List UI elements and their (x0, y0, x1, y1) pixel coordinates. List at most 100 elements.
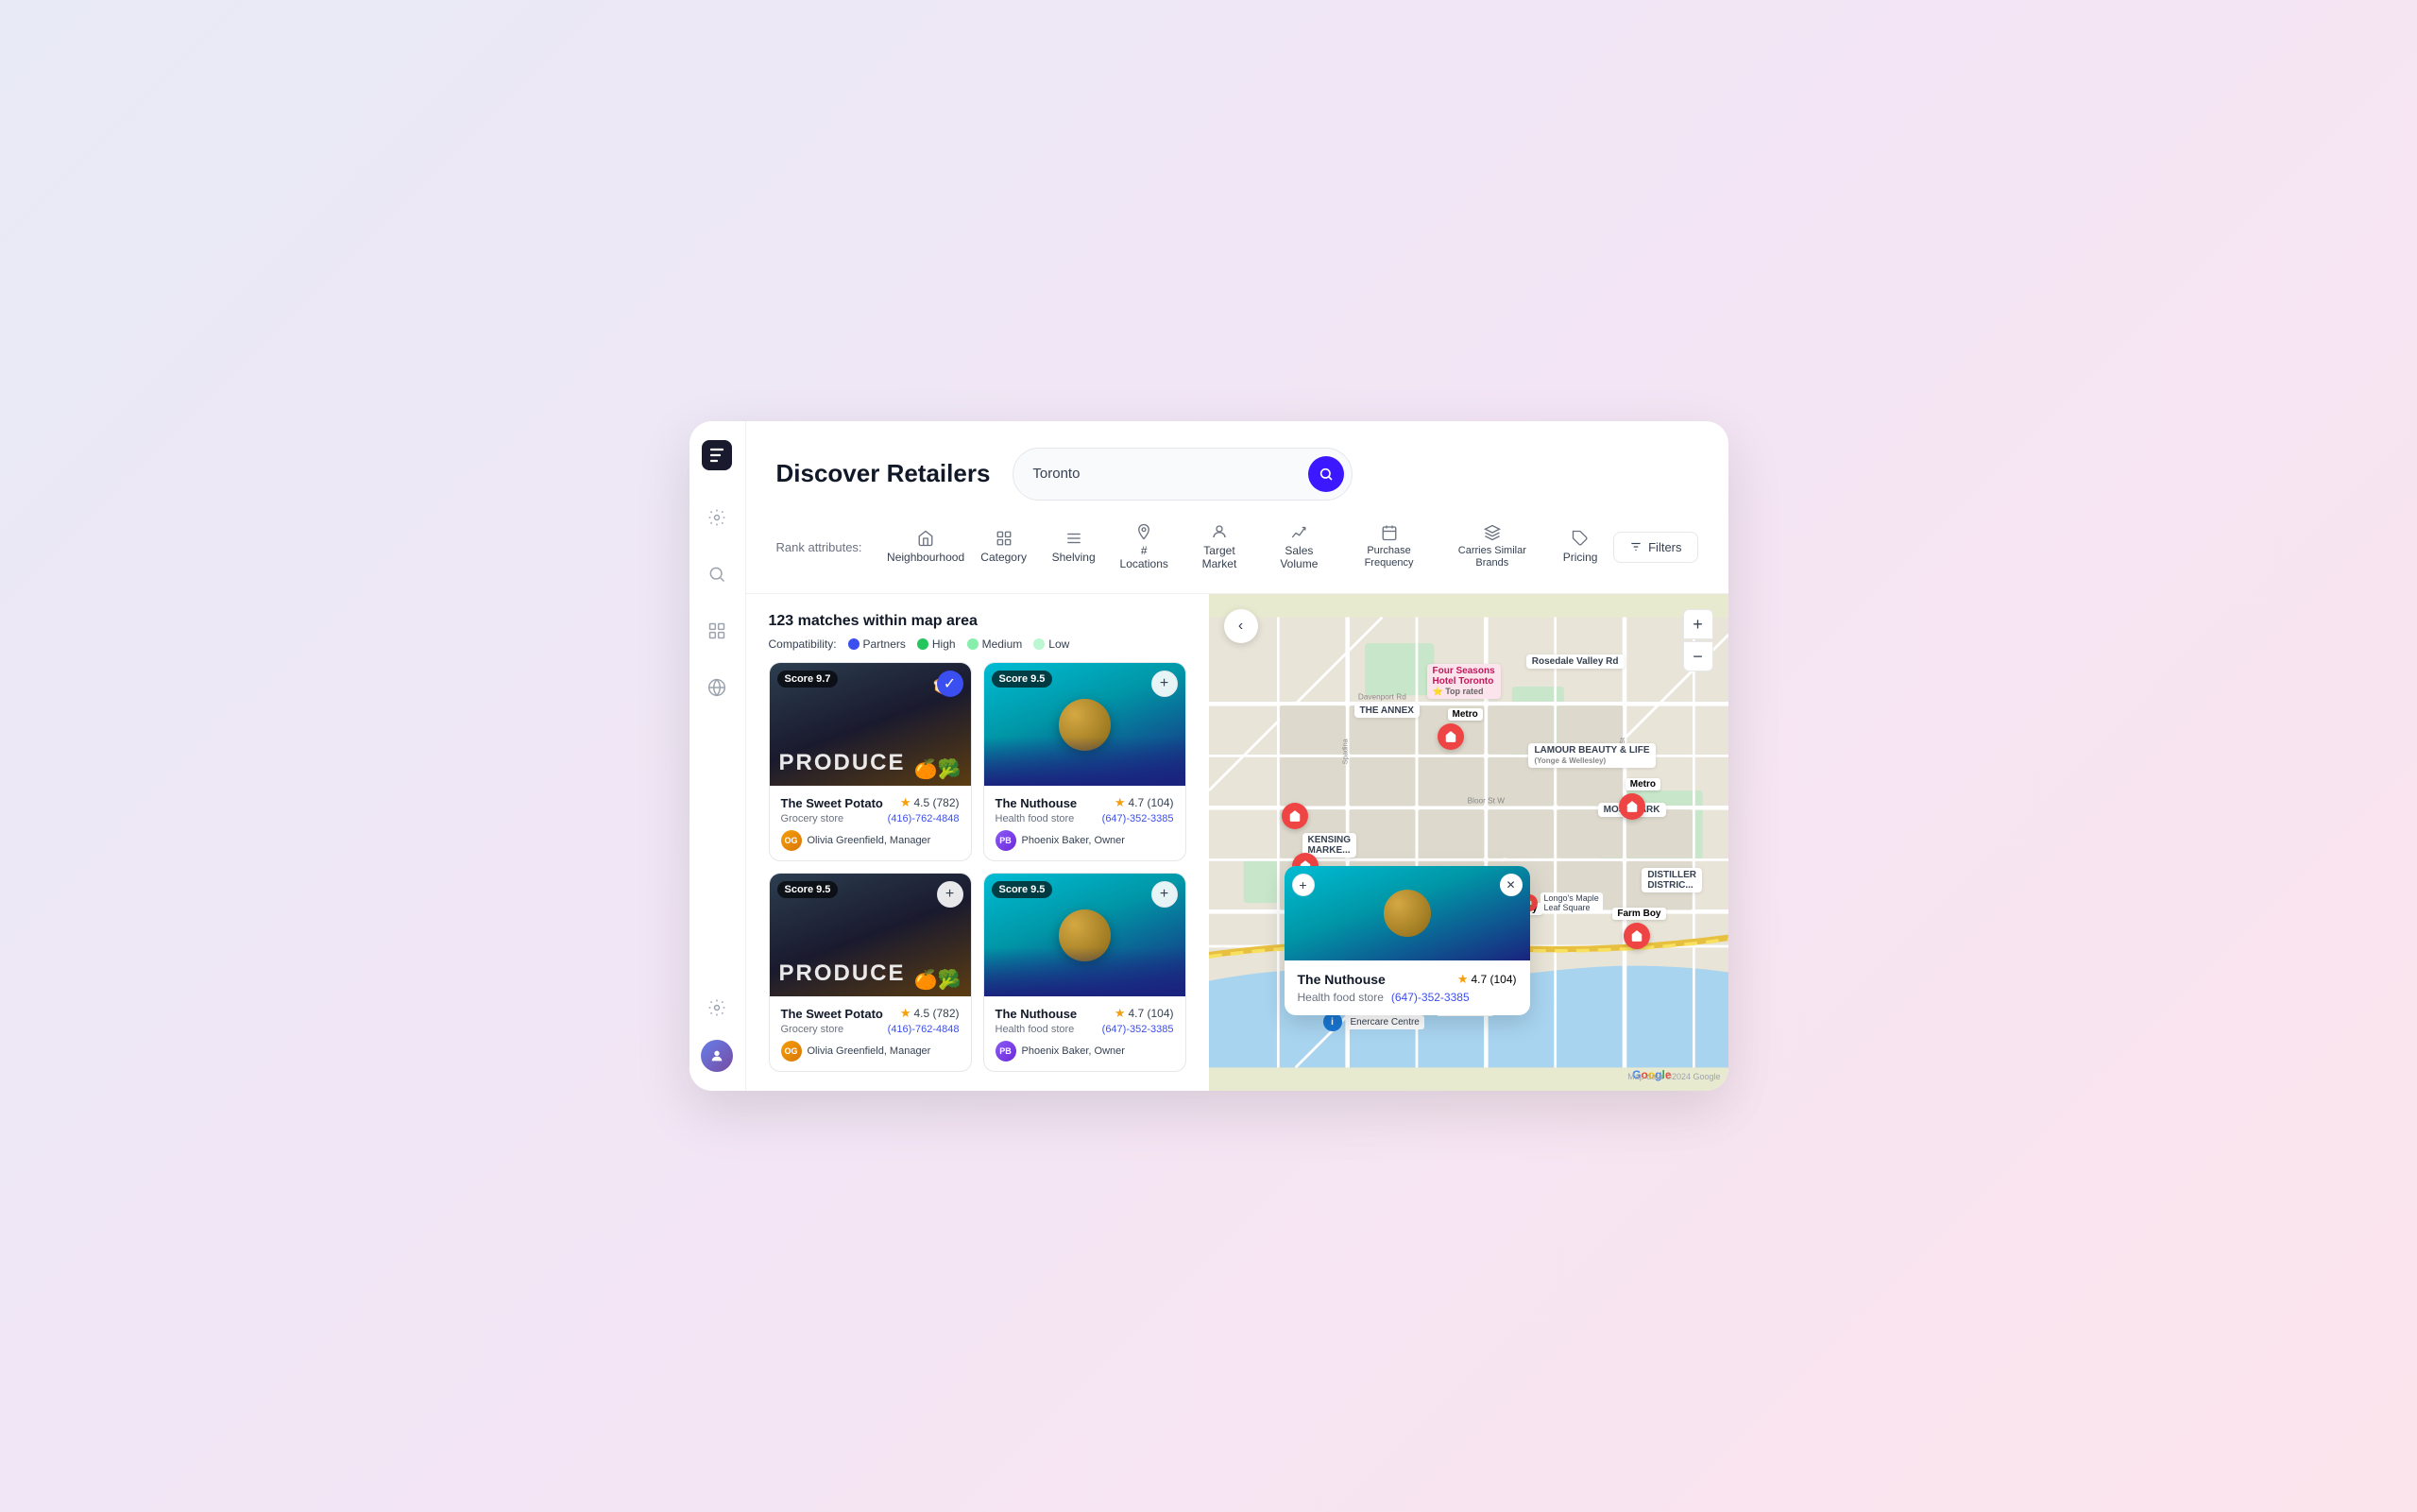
rank-attr-pricing[interactable]: Pricing (1547, 522, 1613, 571)
search-button[interactable] (1308, 456, 1344, 492)
card-select-3[interactable]: + (937, 881, 963, 908)
rank-attr-neighbourhood[interactable]: Neighbourhood (885, 522, 967, 571)
dot-medium (967, 638, 979, 650)
zoom-out-button[interactable]: − (1683, 641, 1713, 671)
card-image-3: PRODUCE 🍊🥦 Score 9.5 + (770, 874, 971, 996)
rank-attr-category-label: Category (980, 551, 1027, 564)
card-rating-1: ★ 4.5 (782) (900, 795, 960, 810)
page-title: Discover Retailers (776, 459, 991, 488)
card-phone-1[interactable]: (416)-762-4848 (888, 813, 960, 824)
map-copyright: Map data ©2024 Google (1627, 1072, 1720, 1081)
results-grid: PRODUCE 🍊🥦 🍞 Score 9.7 ✓ Th (769, 662, 1186, 1072)
card-image-4: Score 9.5 + (984, 874, 1185, 996)
compat-partners: Partners (848, 637, 906, 651)
map-pin-metro-3[interactable] (1282, 803, 1308, 829)
card-body-4: The Nuthouse ★ 4.7 (104) Health food sto… (984, 996, 1185, 1071)
card-score-1: Score 9.7 (777, 671, 839, 688)
card-phone-3[interactable]: (416)-762-4848 (888, 1024, 960, 1035)
card-rating-2: ★ 4.7 (104) (1115, 795, 1174, 810)
popup-name: The Nuthouse (1298, 972, 1386, 987)
search-input[interactable] (1032, 466, 1301, 482)
card-name-3: The Sweet Potato (781, 1007, 883, 1021)
retailer-card-3[interactable]: PRODUCE 🍊🥦 Score 9.5 + The Sweet Potato … (769, 873, 972, 1072)
sidebar-settings-icon[interactable] (700, 991, 734, 1025)
popup-add-button[interactable]: + (1292, 874, 1315, 896)
settings-icon[interactable] (700, 501, 734, 535)
rank-label: Rank attributes: (776, 540, 862, 554)
rank-attr-neighbourhood-label: Neighbourhood (887, 551, 964, 564)
card-manager-avatar-4: PB (996, 1041, 1016, 1062)
map-panel: Davenport Rd Bloor St W Spadina Yonge St… (1209, 594, 1728, 1091)
header: Discover Retailers (746, 421, 1728, 501)
popup-info: Health food store (647)-352-3385 (1298, 991, 1517, 1004)
card-phone-4[interactable]: (647)-352-3385 (1102, 1024, 1174, 1035)
rank-attr-similar-brands[interactable]: Carries Similar Brands (1441, 517, 1544, 577)
filters-label: Filters (1648, 540, 1681, 554)
map-label-longos: 🏠 Longo's MapleLeaf Square (1521, 892, 1603, 913)
filters-button[interactable]: Filters (1613, 532, 1697, 563)
map-pin-metro-1-label: Metro (1448, 708, 1483, 721)
compat-high-label: High (932, 637, 956, 651)
rank-attr-shelving-label: Shelving (1052, 551, 1096, 564)
rank-attr-target-market[interactable]: Target Market (1182, 516, 1257, 579)
card-manager-1: Olivia Greenfield, Manager (808, 835, 931, 846)
globe-icon[interactable] (700, 671, 734, 705)
rank-attr-sales-volume[interactable]: Sales Volume (1261, 516, 1336, 579)
card-name-4: The Nuthouse (996, 1007, 1078, 1021)
popup-image: + ✕ (1285, 866, 1530, 960)
main-content: Discover Retailers Rank attributes: (746, 421, 1728, 1092)
card-manager-3: Olivia Greenfield, Manager (808, 1045, 931, 1057)
card-rating-3: ★ 4.5 (782) (900, 1006, 960, 1021)
rank-attr-purchase-frequency-label: Purchase Frequency (1353, 545, 1426, 569)
map-pin-metro-right[interactable] (1619, 793, 1645, 820)
popup-phone[interactable]: (647)-352-3385 (1391, 991, 1470, 1004)
grid-icon[interactable] (700, 614, 734, 648)
dot-low (1033, 638, 1045, 650)
map-overlay: ‹ + − THE ANNEX Rosedale Valley Rd KENSI… (1209, 594, 1728, 1091)
rank-attr-locations-label: # Locations (1120, 544, 1168, 571)
rank-attr-category[interactable]: Category (971, 522, 1037, 571)
rank-attr-purchase-frequency[interactable]: Purchase Frequency (1341, 517, 1438, 577)
rank-attr-shelving[interactable]: Shelving (1041, 522, 1107, 571)
card-select-2[interactable]: + (1151, 671, 1178, 697)
popup-ball (1384, 890, 1431, 937)
rank-bar: Rank attributes: Neighbourhood Category (746, 501, 1728, 595)
rank-attr-locations[interactable]: # Locations (1111, 516, 1178, 579)
zoom-in-button[interactable]: + (1683, 609, 1713, 639)
results-count: 123 matches within map area (769, 613, 1186, 630)
rank-attr-sales-volume-label: Sales Volume (1272, 544, 1325, 571)
compat-partners-label: Partners (863, 637, 906, 651)
popup-close-button[interactable]: ✕ (1500, 874, 1523, 896)
card-select-1[interactable]: ✓ (937, 671, 963, 697)
compat-low: Low (1033, 637, 1069, 651)
compat-medium: Medium (967, 637, 1023, 651)
card-score-2: Score 9.5 (992, 671, 1053, 688)
card-phone-2[interactable]: (647)-352-3385 (1102, 813, 1174, 824)
retailer-card-2[interactable]: Score 9.5 + The Nuthouse ★ 4.7 (104) (983, 662, 1186, 861)
map-label-annex: THE ANNEX (1354, 704, 1420, 718)
card-type-4: Health food store (996, 1024, 1075, 1035)
user-avatar[interactable] (701, 1040, 733, 1072)
card-select-4[interactable]: + (1151, 881, 1178, 908)
card-image-2: Score 9.5 + (984, 663, 1185, 786)
results-panel: 123 matches within map area Compatibilit… (746, 594, 1209, 1091)
map-pin-metro-1[interactable] (1438, 723, 1464, 750)
card-name-1: The Sweet Potato (781, 796, 883, 810)
retailer-card-1[interactable]: PRODUCE 🍊🥦 🍞 Score 9.7 ✓ Th (769, 662, 972, 861)
popup-rating: ★ 4.7 (104) (1457, 972, 1517, 987)
rank-attr-target-market-label: Target Market (1193, 544, 1246, 571)
map-label-rosedale: Rosedale Valley Rd (1526, 654, 1625, 669)
popup-body: The Nuthouse ★ 4.7 (104) Health food sto… (1285, 960, 1530, 1015)
map-background: Davenport Rd Bloor St W Spadina Yonge St… (1209, 594, 1728, 1091)
map-pin-farmboy-3[interactable] (1624, 923, 1650, 949)
retailer-card-4[interactable]: Score 9.5 + The Nuthouse ★ 4.7 (104) (983, 873, 1186, 1072)
map-label-distillery: DISTILLERDISTRIC... (1642, 868, 1702, 892)
results-header: 123 matches within map area Compatibilit… (769, 613, 1186, 651)
card-type-3: Grocery store (781, 1024, 844, 1035)
search-icon[interactable] (700, 557, 734, 591)
map-toggle-button[interactable]: ‹ (1224, 609, 1258, 643)
map-popup: + ✕ The Nuthouse ★ 4.7 (104) (1285, 866, 1530, 1015)
card-body-1: The Sweet Potato ★ 4.5 (782) Grocery sto… (770, 786, 971, 860)
app-logo (702, 440, 732, 470)
search-bar (1013, 448, 1353, 501)
